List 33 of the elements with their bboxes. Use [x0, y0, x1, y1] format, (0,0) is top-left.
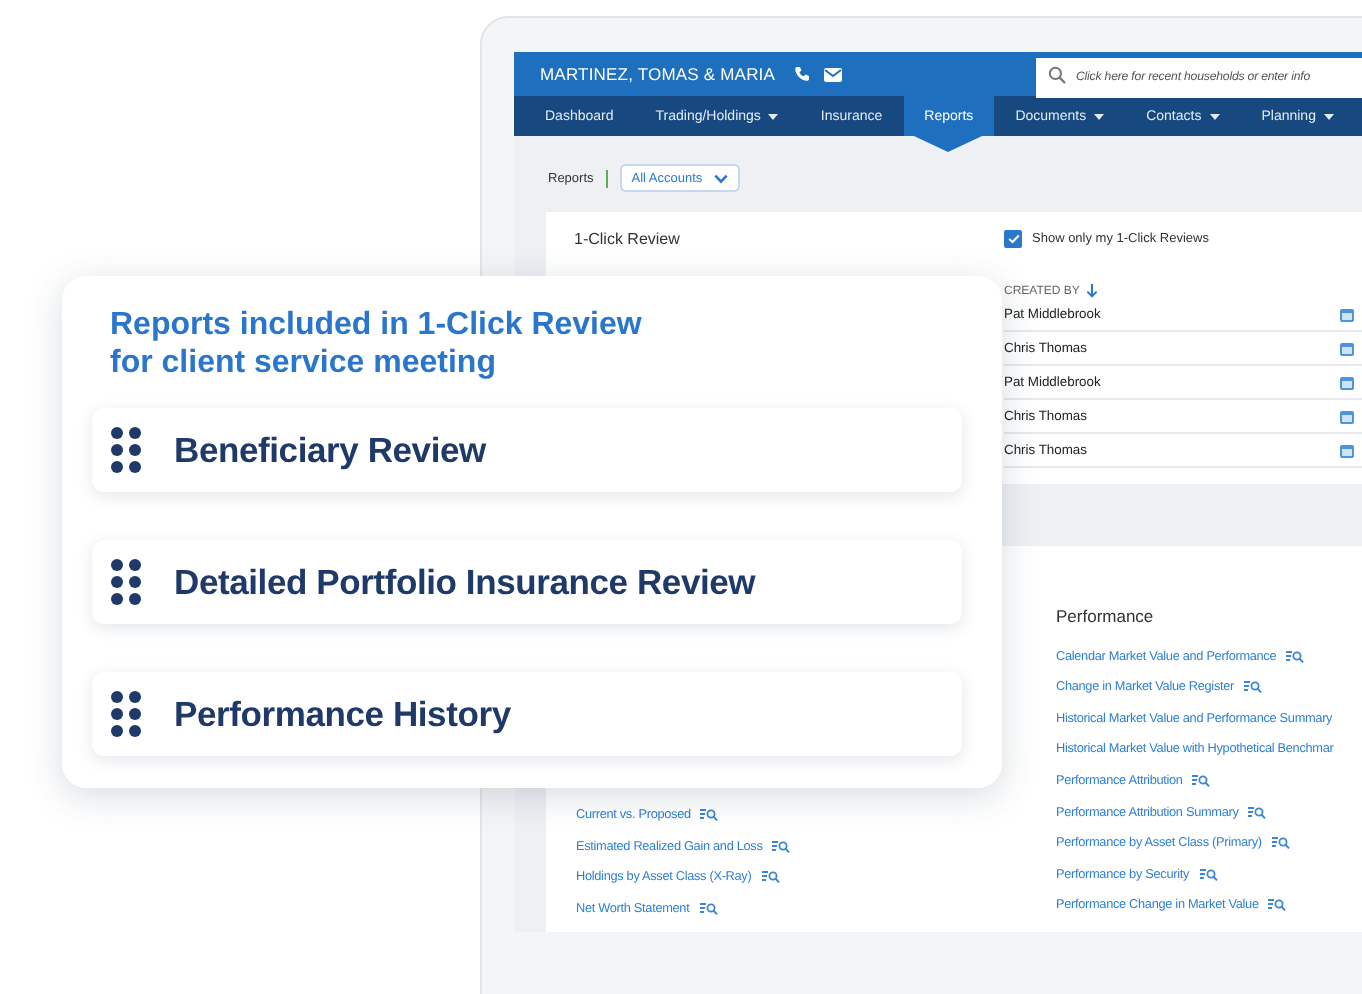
calendar-icon[interactable]: [1340, 341, 1354, 355]
section-heading: Performance: [1056, 606, 1156, 626]
preview-icon[interactable]: [1199, 867, 1218, 882]
overlay-heading: Reports included in 1-Click Review for client service meeting: [110, 306, 644, 382]
drag-handle-icon[interactable]: [110, 426, 142, 474]
report-item[interactable]: Beneficiary Review: [92, 408, 962, 492]
preview-icon[interactable]: [1268, 898, 1287, 913]
preview-icon[interactable]: [700, 808, 719, 822]
preview-icon[interactable]: [772, 839, 791, 854]
sort-arrow-icon[interactable]: [1085, 284, 1098, 298]
preview-icon[interactable]: [1286, 649, 1305, 664]
report-item[interactable]: Performance History: [92, 672, 962, 756]
report-item[interactable]: Detailed Portfolio Insurance Review: [92, 540, 962, 624]
search-icon: [1048, 65, 1066, 83]
card-title: 1-Click Review: [574, 230, 680, 248]
phone-icon[interactable]: [793, 66, 810, 82]
calendar-icon[interactable]: [1340, 443, 1354, 457]
preview-icon[interactable]: [1248, 805, 1267, 820]
calendar-icon[interactable]: [1340, 375, 1354, 389]
client-name: MARTINEZ, TOMAS & MARIA: [538, 64, 776, 84]
checkbox[interactable]: [1004, 230, 1022, 248]
preview-icon[interactable]: [1192, 773, 1211, 788]
calendar-icon[interactable]: [1340, 307, 1354, 321]
preview-icon[interactable]: [1244, 680, 1263, 695]
calendar-icon[interactable]: [1340, 409, 1354, 423]
mail-icon[interactable]: [823, 67, 842, 81]
preview-icon[interactable]: [1271, 836, 1290, 851]
drag-handle-icon[interactable]: [110, 690, 142, 738]
preview-icon[interactable]: [699, 901, 718, 916]
chevron-icon: [714, 173, 729, 183]
preview-icon[interactable]: [761, 870, 780, 885]
drag-handle-icon[interactable]: [110, 558, 142, 606]
tab-pointer: [914, 136, 983, 152]
